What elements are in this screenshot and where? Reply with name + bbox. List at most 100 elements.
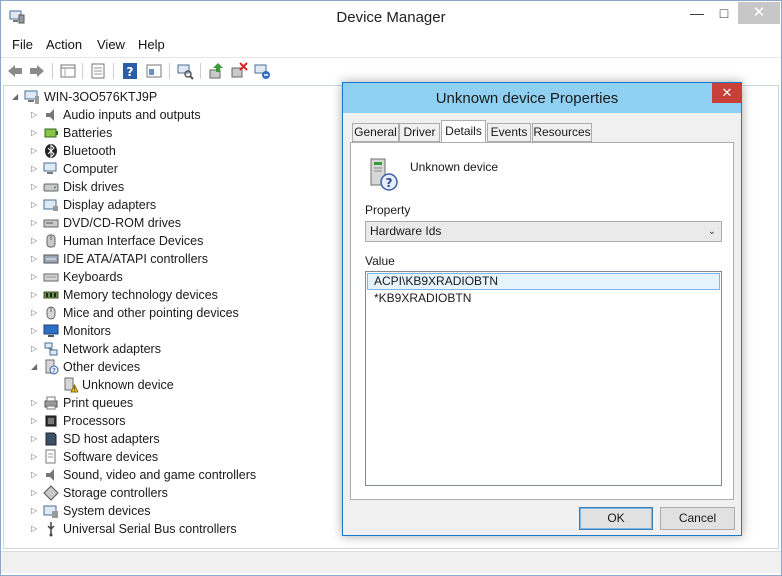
expand-arrow-icon[interactable]: ▷ [31,124,41,142]
tree-item-label: Keyboards [63,270,123,284]
ok-button[interactable]: OK [579,507,653,530]
battery-icon [44,128,58,138]
expand-arrow-icon[interactable]: ▷ [31,178,41,196]
system-device-icon [43,505,58,518]
tab-details[interactable]: Details [441,120,486,143]
expand-arrow-icon[interactable]: ▷ [31,394,41,412]
tab-general[interactable]: General [352,123,399,142]
menu-action[interactable]: Action [46,37,82,52]
expand-arrow-icon[interactable]: ▷ [31,430,41,448]
processor-icon [45,415,57,427]
expand-arrow-icon[interactable]: ▷ [31,484,41,502]
tree-item-label: Processors [63,414,126,428]
tree-item-label: Monitors [63,324,111,338]
expand-arrow-icon[interactable]: ▷ [31,250,41,268]
expand-arrow-icon[interactable]: ▷ [31,214,41,232]
tree-item-label: Storage controllers [63,486,168,500]
collapse-arrow-icon[interactable]: ◢ [12,88,22,106]
window-title: Device Manager [336,9,446,26]
menu-help[interactable]: Help [138,37,165,52]
update-driver-icon[interactable] [207,62,225,80]
tree-item-label: Computer [63,162,118,176]
list-item[interactable]: *KB9XRADIOBTN [367,290,720,307]
expand-arrow-icon[interactable]: ▷ [31,502,41,520]
tree-item-label: IDE ATA/ATAPI controllers [63,252,208,266]
expand-arrow-icon[interactable]: ▷ [31,286,41,304]
svg-text:?: ? [386,176,393,190]
expand-arrow-icon[interactable]: ▷ [31,520,41,538]
tree-item-label: System devices [63,504,151,518]
memory-icon [43,291,59,299]
expand-arrow-icon[interactable]: ▷ [31,340,41,358]
tree-item-label: Display adapters [63,198,157,212]
expand-arrow-icon[interactable]: ▷ [31,466,41,484]
keyboard-icon [43,273,59,282]
device-name: Unknown device [410,160,499,174]
toolbar: ? [1,57,781,83]
tree-item-label: Other devices [63,360,141,374]
maximize-button[interactable]: □ [711,2,737,24]
tree-item-label: Sound, video and game controllers [63,468,257,482]
back-arrow-icon[interactable] [6,62,24,80]
menu-file[interactable]: File [12,37,33,52]
value-label: Value [365,254,395,268]
expand-arrow-icon[interactable]: ▷ [31,142,41,160]
property-select[interactable]: Hardware Ids ⌄ [365,221,722,242]
tree-item-label: Unknown device [82,378,174,392]
dialog-close-button[interactable]: ✕ [712,83,742,103]
software-device-icon [45,449,56,464]
mouse-icon [46,306,56,320]
storage-controller-icon [43,485,59,501]
unknown-device-icon: ? [370,158,398,191]
dialog-title: Unknown device Properties [435,90,619,107]
list-item[interactable]: ACPI\KB9XRADIOBTN [367,273,720,290]
expand-arrow-icon[interactable]: ▷ [31,322,41,340]
disable-device-icon[interactable] [230,62,248,80]
tree-item-label: Universal Serial Bus controllers [63,522,237,536]
tree-item-label: Bluetooth [63,144,116,158]
expand-arrow-icon[interactable]: ▷ [31,268,41,286]
ide-controller-icon [43,254,59,264]
property-select-value: Hardware Ids [370,224,442,238]
expand-arrow-icon[interactable]: ▷ [31,196,41,214]
unknown-device-warning-icon: ! [64,377,78,394]
sound-icon [46,469,54,481]
tree-item-label: Audio inputs and outputs [63,108,201,122]
svg-text:?: ? [52,367,56,375]
view-resources-icon[interactable] [145,62,163,80]
expand-arrow-icon[interactable]: ▷ [31,160,41,178]
show-hide-tree-icon[interactable] [89,62,107,80]
tab-events[interactable]: Events [487,123,531,142]
property-label: Property [365,203,411,217]
value-listbox[interactable]: ACPI\KB9XRADIOBTN *KB9XRADIOBTN [365,271,722,486]
svg-text:!: ! [73,387,75,394]
tree-item-label: Memory technology devices [63,288,218,302]
sd-adapter-icon [45,432,57,446]
menu-view[interactable]: View [97,37,125,52]
disk-drive-icon [43,183,59,192]
scan-hardware-icon[interactable] [176,62,194,80]
properties-grid-icon[interactable] [59,62,77,80]
svg-text:?: ? [127,65,134,79]
uninstall-device-icon[interactable] [253,62,271,80]
tab-resources[interactable]: Resources [532,123,592,142]
close-button[interactable]: ✕ [738,2,780,24]
expand-arrow-icon[interactable]: ▷ [31,448,41,466]
dialog-title-bar[interactable]: Unknown device Properties ✕ [343,83,742,113]
tab-driver[interactable]: Driver [399,123,440,142]
expand-arrow-icon[interactable]: ▷ [31,304,41,322]
cancel-button[interactable]: Cancel [660,507,735,530]
title-bar[interactable]: Device Manager — □ ✕ [1,1,781,33]
minimize-button[interactable]: — [683,2,711,24]
expand-arrow-icon[interactable]: ▷ [31,232,41,250]
expand-arrow-icon[interactable]: ▷ [31,412,41,430]
tree-item-label: Human Interface Devices [63,234,204,248]
forward-arrow-icon[interactable] [28,62,46,80]
expand-arrow-icon[interactable]: ▷ [31,106,41,124]
collapse-arrow-icon[interactable]: ◢ [31,358,41,376]
bluetooth-icon [45,143,57,159]
network-icon [44,342,58,356]
hid-icon [46,234,56,248]
tree-item-label: DVD/CD-ROM drives [63,216,182,230]
help-icon[interactable]: ? [121,62,139,80]
